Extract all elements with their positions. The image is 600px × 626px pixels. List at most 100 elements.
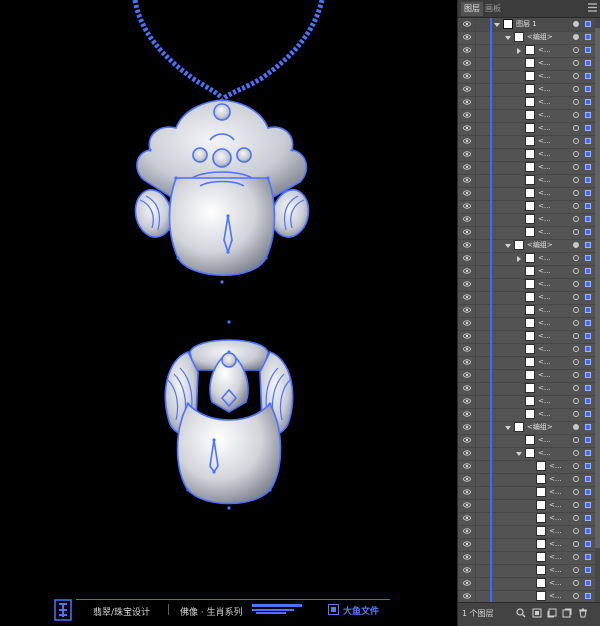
lock-toggle[interactable]: [475, 395, 476, 408]
path-row[interactable]: <...: [458, 434, 600, 448]
selection-indicator[interactable]: [585, 580, 591, 586]
selection-indicator[interactable]: [585, 164, 591, 170]
selection-indicator[interactable]: [585, 320, 591, 326]
group-row[interactable]: <编组>: [458, 31, 600, 45]
lock-toggle[interactable]: [475, 213, 476, 226]
visibility-eye-icon[interactable]: [463, 34, 471, 40]
visibility-eye-icon[interactable]: [463, 86, 471, 92]
selection-indicator[interactable]: [585, 281, 591, 287]
target-circle[interactable]: [573, 554, 579, 560]
path-row[interactable]: <...: [458, 460, 600, 474]
visibility-eye-icon[interactable]: [463, 398, 471, 404]
visibility-eye-icon[interactable]: [463, 320, 471, 326]
visibility-eye-icon[interactable]: [463, 476, 471, 482]
selection-indicator[interactable]: [585, 34, 591, 40]
visibility-eye-icon[interactable]: [463, 164, 471, 170]
lock-toggle[interactable]: [475, 31, 476, 44]
visibility-eye-icon[interactable]: [463, 190, 471, 196]
visibility-eye-icon[interactable]: [463, 47, 471, 53]
jade-pendant-artwork[interactable]: [0, 0, 457, 600]
visibility-eye-icon[interactable]: [463, 346, 471, 352]
selection-indicator[interactable]: [585, 294, 591, 300]
visibility-eye-icon[interactable]: [463, 229, 471, 235]
path-row[interactable]: <...: [458, 252, 600, 266]
lock-toggle[interactable]: [475, 486, 476, 499]
lock-toggle[interactable]: [475, 239, 476, 252]
visibility-eye-icon[interactable]: [463, 216, 471, 222]
target-circle[interactable]: [573, 190, 579, 196]
path-row[interactable]: <...: [458, 317, 600, 331]
selection-indicator[interactable]: [585, 346, 591, 352]
path-row[interactable]: <...: [458, 330, 600, 344]
path-row[interactable]: <...: [458, 473, 600, 487]
target-circle[interactable]: [573, 528, 579, 534]
selection-indicator[interactable]: [585, 372, 591, 378]
lock-toggle[interactable]: [475, 447, 476, 460]
visibility-eye-icon[interactable]: [463, 502, 471, 508]
selection-indicator[interactable]: [585, 411, 591, 417]
target-circle[interactable]: [573, 541, 579, 547]
lock-toggle[interactable]: [475, 408, 476, 421]
target-circle[interactable]: [573, 138, 579, 144]
selection-indicator[interactable]: [585, 437, 591, 443]
lock-toggle[interactable]: [475, 18, 476, 31]
selection-indicator[interactable]: [585, 99, 591, 105]
lock-toggle[interactable]: [475, 434, 476, 447]
scrollbar-thumb[interactable]: [595, 28, 600, 548]
target-circle[interactable]: [573, 125, 579, 131]
path-row[interactable]: <...: [458, 486, 600, 500]
selection-indicator[interactable]: [585, 190, 591, 196]
path-row[interactable]: <...: [458, 356, 600, 370]
selection-indicator[interactable]: [585, 268, 591, 274]
path-row[interactable]: <...: [458, 70, 600, 84]
target-circle[interactable]: [573, 60, 579, 66]
selection-indicator[interactable]: [585, 86, 591, 92]
target-circle[interactable]: [573, 398, 579, 404]
target-circle[interactable]: [573, 268, 579, 274]
visibility-eye-icon[interactable]: [463, 203, 471, 209]
path-row[interactable]: <...: [458, 96, 600, 110]
lock-toggle[interactable]: [475, 174, 476, 187]
selection-indicator[interactable]: [585, 112, 591, 118]
layers-list[interactable]: 图层 1 <编组> <... <... <... <... <... <... <... <...…: [458, 18, 600, 602]
lock-toggle[interactable]: [475, 109, 476, 122]
target-circle[interactable]: [573, 437, 579, 443]
selection-indicator[interactable]: [585, 177, 591, 183]
lock-toggle[interactable]: [475, 70, 476, 83]
lock-toggle[interactable]: [475, 460, 476, 473]
lock-toggle[interactable]: [475, 525, 476, 538]
visibility-eye-icon[interactable]: [463, 541, 471, 547]
selection-indicator[interactable]: [585, 567, 591, 573]
selection-indicator[interactable]: [585, 515, 591, 521]
target-circle[interactable]: [573, 385, 579, 391]
selection-indicator[interactable]: [585, 463, 591, 469]
target-circle[interactable]: [573, 34, 579, 40]
path-row[interactable]: <...: [458, 343, 600, 357]
target-circle[interactable]: [573, 463, 579, 469]
lock-toggle[interactable]: [475, 226, 476, 239]
selection-indicator[interactable]: [585, 385, 591, 391]
path-row[interactable]: <...: [458, 369, 600, 383]
tab-artboards[interactable]: 画板: [482, 2, 504, 16]
visibility-eye-icon[interactable]: [463, 294, 471, 300]
visibility-eye-icon[interactable]: [463, 372, 471, 378]
target-circle[interactable]: [573, 99, 579, 105]
lock-toggle[interactable]: [475, 278, 476, 291]
lock-toggle[interactable]: [475, 83, 476, 96]
selection-indicator[interactable]: [585, 450, 591, 456]
path-row[interactable]: <...: [458, 525, 600, 539]
lock-toggle[interactable]: [475, 161, 476, 174]
path-row[interactable]: <...: [458, 83, 600, 97]
selection-indicator[interactable]: [585, 242, 591, 248]
target-circle[interactable]: [573, 112, 579, 118]
visibility-eye-icon[interactable]: [463, 125, 471, 131]
target-circle[interactable]: [573, 411, 579, 417]
visibility-eye-icon[interactable]: [463, 528, 471, 534]
path-row[interactable]: <...: [458, 44, 600, 58]
lock-toggle[interactable]: [475, 304, 476, 317]
delete-layer-icon[interactable]: [578, 608, 588, 618]
lock-toggle[interactable]: [475, 369, 476, 382]
selection-indicator[interactable]: [585, 255, 591, 261]
lock-toggle[interactable]: [475, 512, 476, 525]
lock-toggle[interactable]: [475, 590, 476, 602]
